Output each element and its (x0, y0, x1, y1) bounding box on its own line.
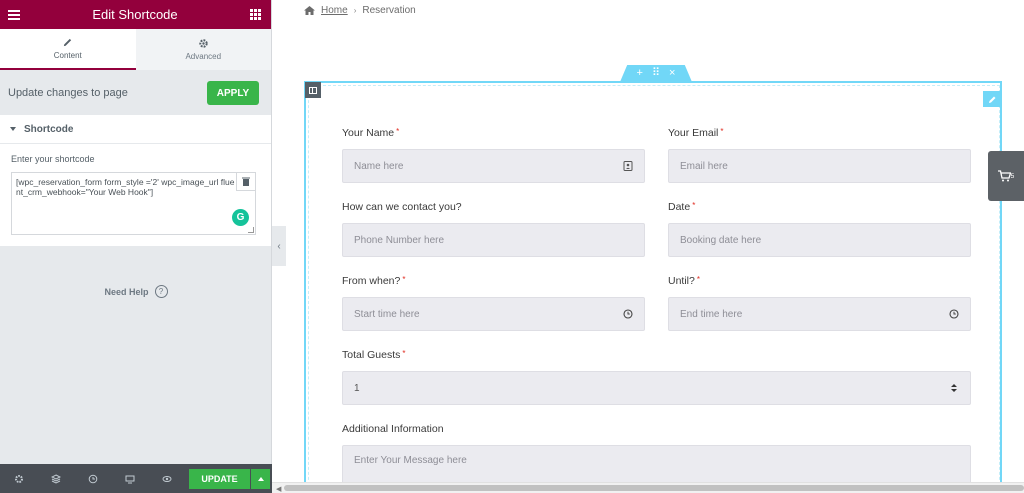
field-guests: Total Guests * 1 (342, 349, 971, 405)
guests-label: Total Guests * (342, 349, 406, 361)
delete-section-icon[interactable]: × (669, 68, 675, 79)
select-arrows-icon[interactable] (949, 383, 959, 393)
edit-widget-pencil-icon[interactable] (983, 91, 1001, 107)
menu-hamburger-icon[interactable] (8, 9, 20, 20)
update-button[interactable]: UPDATE (189, 468, 250, 489)
tab-advanced[interactable]: Advanced (135, 29, 271, 70)
phone-placeholder: Phone Number here (354, 234, 445, 246)
tab-content-label: Content (53, 51, 82, 60)
date-placeholder: Booking date here (680, 234, 762, 246)
end-time-placeholder: End time here (680, 308, 743, 320)
apply-row: Update changes to page APPLY (0, 71, 271, 115)
history-icon[interactable] (74, 464, 111, 493)
add-section-icon[interactable]: + (637, 68, 643, 79)
page-preview: Home › Reservation + ⠿ × Your Name * Name… (286, 0, 1024, 493)
breadcrumb-current: Reservation (362, 5, 416, 16)
panel-tabs: Content Advanced (0, 29, 271, 71)
cart-icon (997, 170, 1011, 182)
start-time-input[interactable]: Start time here (342, 297, 645, 331)
clock-icon[interactable] (949, 309, 959, 319)
from-label: From when? * (342, 275, 406, 287)
scroll-left-arrow-icon[interactable]: ◀ (276, 485, 281, 493)
question-icon: ? (154, 285, 168, 298)
update-options-caret-icon[interactable] (251, 468, 270, 489)
apply-button[interactable]: APPLY (207, 81, 259, 105)
contact-card-icon[interactable] (623, 161, 633, 171)
settings-icon[interactable] (0, 464, 37, 493)
until-label: Until? * (668, 275, 700, 287)
section-handle: + ⠿ × (620, 65, 692, 82)
cart-count: 5 (1010, 172, 1015, 180)
shortcode-textarea[interactable]: [wpc_reservation_form form_style ='2' wp… (11, 172, 256, 235)
resize-handle-icon[interactable] (248, 227, 254, 233)
field-name: Your Name * Name here (342, 127, 645, 183)
drag-section-icon[interactable]: ⠿ (652, 68, 660, 79)
grammarly-icon[interactable]: G (232, 209, 249, 226)
preview-eye-icon[interactable] (148, 464, 185, 493)
responsive-icon[interactable] (111, 464, 148, 493)
panel-title: Edit Shortcode (92, 7, 178, 22)
guests-value: 1 (354, 382, 360, 394)
breadcrumb: Home › Reservation (304, 5, 416, 16)
layers-icon[interactable] (37, 464, 74, 493)
panel-footer: UPDATE (0, 464, 272, 493)
date-input[interactable]: Booking date here (668, 223, 971, 257)
tab-content[interactable]: Content (0, 29, 136, 70)
panel-header: Edit Shortcode (0, 0, 271, 29)
shortcode-value[interactable]: [wpc_reservation_form form_style ='2' wp… (16, 177, 236, 197)
end-time-input[interactable]: End time here (668, 297, 971, 331)
field-from: From when? * Start time here (342, 275, 645, 331)
need-help-label: Need Help (104, 286, 149, 297)
editor-panel: Edit Shortcode Content Advanced Update c… (0, 0, 272, 493)
field-email: Your Email * Email here (668, 127, 971, 183)
name-placeholder: Name here (354, 160, 404, 172)
guests-select[interactable]: 1 (342, 371, 971, 405)
editor-root: Edit Shortcode Content Advanced Update c… (0, 0, 1024, 493)
collapse-panel-chevron-icon[interactable]: ‹ (272, 226, 286, 266)
clock-icon[interactable] (623, 309, 633, 319)
shortcode-section-toggle[interactable]: Shortcode (0, 115, 271, 144)
date-label: Date * (668, 201, 696, 213)
section-title: Shortcode (24, 123, 74, 135)
field-contact: How can we contact you? Phone Number her… (342, 201, 645, 257)
name-label: Your Name * (342, 127, 400, 139)
breadcrumb-separator: › (353, 6, 357, 15)
scrollbar-thumb[interactable] (284, 485, 1024, 491)
phone-input[interactable]: Phone Number here (342, 223, 645, 257)
message-placeholder: Enter Your Message here (354, 455, 467, 466)
email-placeholder: Email here (680, 160, 728, 172)
gear-icon (199, 39, 208, 48)
breadcrumb-home-link[interactable]: Home (321, 5, 348, 16)
email-label: Your Email * (668, 127, 724, 139)
home-icon (304, 6, 315, 15)
field-date: Date * Booking date here (668, 201, 971, 257)
info-label: Additional Information (342, 423, 444, 435)
need-help-link[interactable]: Need Help ? (0, 285, 272, 298)
email-input[interactable]: Email here (668, 149, 971, 183)
pencil-icon (64, 38, 72, 47)
contact-label: How can we contact you? (342, 201, 462, 213)
horizontal-scrollbar[interactable]: ◀ (272, 482, 1024, 493)
field-until: Until? * End time here (668, 275, 971, 331)
shortcode-section-body: Enter your shortcode [wpc_reservation_fo… (0, 144, 271, 246)
column-handle-icon[interactable] (305, 82, 321, 98)
start-time-placeholder: Start time here (354, 308, 420, 320)
widgets-grid-icon[interactable] (250, 9, 261, 20)
apply-hint: Update changes to page (8, 87, 128, 99)
dynamic-tags-icon[interactable] (236, 173, 255, 191)
caret-down-icon (10, 127, 16, 131)
name-input[interactable]: Name here (342, 149, 645, 183)
tab-advanced-label: Advanced (185, 52, 222, 61)
shortcode-field-label: Enter your shortcode (11, 154, 95, 164)
mini-cart-button[interactable]: 5 (988, 151, 1024, 201)
